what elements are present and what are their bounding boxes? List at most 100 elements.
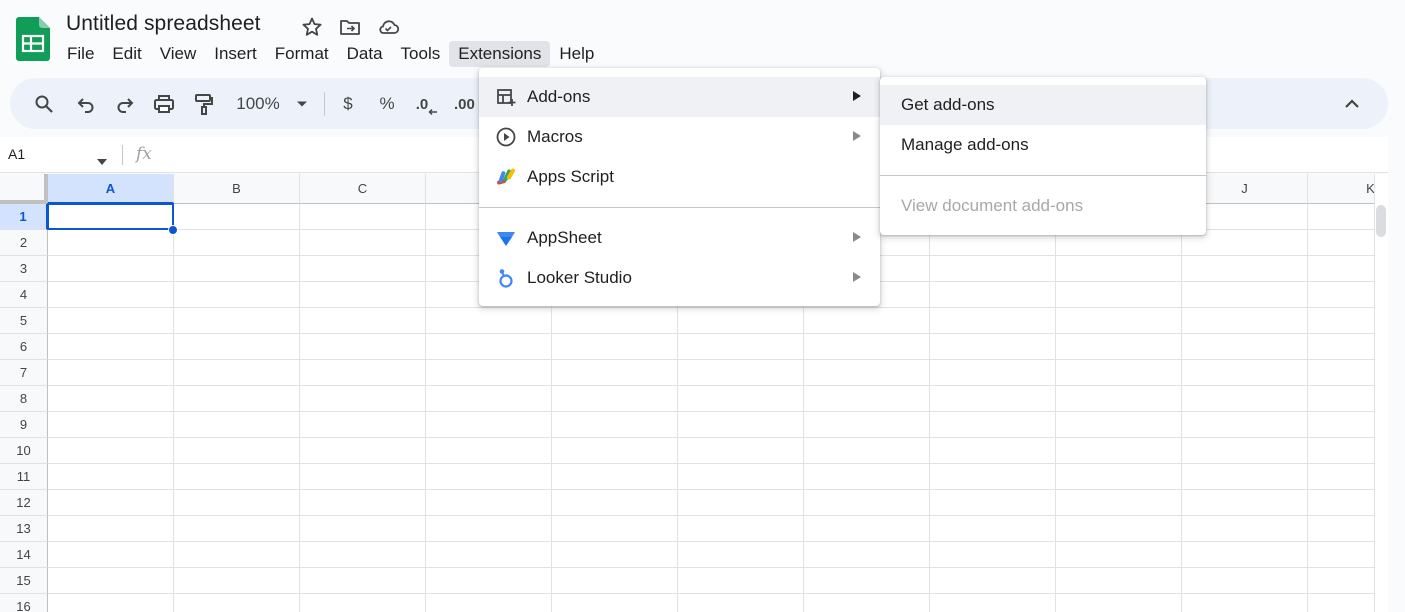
scrollbar-thumb[interactable] xyxy=(1376,205,1386,237)
menu-item-manage-add-ons[interactable]: Manage add-ons xyxy=(880,125,1206,165)
submenu-arrow-icon xyxy=(853,131,861,141)
fill-handle[interactable] xyxy=(168,225,178,235)
grid-line xyxy=(48,567,1374,568)
row-header[interactable]: 13 xyxy=(0,516,48,542)
column-header-a[interactable]: A xyxy=(48,174,174,204)
menu-separator xyxy=(880,175,1206,176)
grid-line xyxy=(48,411,1374,412)
selected-cell-a1[interactable] xyxy=(47,203,174,230)
menu-separator xyxy=(479,207,880,208)
menu-item-label: View document add-ons xyxy=(901,196,1084,215)
cloud-saved-icon[interactable] xyxy=(376,15,400,39)
undo-icon[interactable] xyxy=(74,91,98,117)
menu-format[interactable]: Format xyxy=(266,41,338,67)
row-header[interactable]: 12 xyxy=(0,490,48,516)
row-header[interactable]: 4 xyxy=(0,282,48,308)
macros-play-icon xyxy=(495,126,517,148)
increase-decimal-button[interactable]: .00 xyxy=(454,91,480,117)
menu-item-label: Add-ons xyxy=(527,87,591,106)
grid-line xyxy=(48,333,1374,334)
menu-insert[interactable]: Insert xyxy=(205,41,266,67)
grid-line xyxy=(1307,204,1308,612)
menu-item-appsheet[interactable]: AppSheet xyxy=(479,218,880,258)
document-title[interactable]: Untitled spreadsheet xyxy=(66,12,261,36)
grid-line xyxy=(48,515,1374,516)
decrease-decimal-button[interactable]: .0 xyxy=(414,91,440,117)
grid-line xyxy=(1055,204,1056,612)
side-panel-gutter xyxy=(1388,137,1405,612)
menu-help[interactable]: Help xyxy=(550,41,603,67)
row-header[interactable]: 1 xyxy=(0,204,48,230)
formula-divider xyxy=(122,145,123,165)
grid-line xyxy=(48,307,1374,308)
grid-line xyxy=(48,463,1374,464)
grid-line xyxy=(48,541,1374,542)
sheets-window: Untitled spreadsheet File Edit View Inse… xyxy=(0,0,1405,612)
collapse-toolbar-icon[interactable] xyxy=(1340,91,1364,117)
move-folder-icon[interactable] xyxy=(338,15,362,39)
print-icon[interactable] xyxy=(152,91,176,117)
grid-line xyxy=(173,204,174,612)
grid-line xyxy=(425,204,426,612)
submenu-arrow-icon xyxy=(853,272,861,282)
grid-line xyxy=(48,359,1374,360)
menu-item-label: Get add-ons xyxy=(901,95,995,114)
select-all-corner[interactable] xyxy=(0,174,48,204)
redo-icon[interactable] xyxy=(113,91,137,117)
row-header[interactable]: 2 xyxy=(0,230,48,256)
grid-line xyxy=(299,204,300,612)
star-icon[interactable] xyxy=(300,15,324,39)
menu-edit[interactable]: Edit xyxy=(103,41,150,67)
zoom-select[interactable]: 100% xyxy=(232,91,284,117)
menu-item-looker-studio[interactable]: Looker Studio xyxy=(479,258,880,298)
menu-item-label: Looker Studio xyxy=(527,268,632,287)
row-header[interactable]: 15 xyxy=(0,568,48,594)
row-header[interactable]: 9 xyxy=(0,412,48,438)
menu-item-macros[interactable]: Macros xyxy=(479,117,880,157)
name-box[interactable]: A1 xyxy=(8,146,25,162)
row-header[interactable]: 5 xyxy=(0,308,48,334)
paint-format-icon[interactable] xyxy=(192,91,216,117)
looker-studio-icon xyxy=(495,267,517,289)
row-header[interactable]: 14 xyxy=(0,542,48,568)
add-ons-icon xyxy=(495,86,517,108)
submenu-arrow-icon xyxy=(853,91,861,101)
grid-line xyxy=(48,437,1374,438)
menu-item-label: Macros xyxy=(527,127,583,146)
decrease-decimal-label: .0 xyxy=(415,95,429,113)
menu-extensions[interactable]: Extensions xyxy=(449,41,551,67)
row-header[interactable]: 10 xyxy=(0,438,48,464)
sheets-logo-icon[interactable] xyxy=(16,17,50,61)
grid-line xyxy=(1181,204,1182,612)
menu-item-label: AppSheet xyxy=(527,228,602,247)
menu-view[interactable]: View xyxy=(151,41,206,67)
menu-item-add-ons[interactable]: Add-ons xyxy=(479,77,880,117)
row-header[interactable]: 16 xyxy=(0,594,48,612)
apps-script-icon xyxy=(495,166,517,188)
submenu-arrow-icon xyxy=(853,232,861,242)
column-header-k[interactable]: K xyxy=(1308,174,1374,204)
search-menus-icon[interactable] xyxy=(32,91,56,117)
column-header-b[interactable]: B xyxy=(174,174,300,204)
menu-file[interactable]: File xyxy=(58,41,103,67)
grid-line xyxy=(48,385,1374,386)
menu-item-apps-script[interactable]: Apps Script xyxy=(479,157,880,197)
format-percent-button[interactable]: % xyxy=(376,91,398,117)
column-header-c[interactable]: C xyxy=(300,174,426,204)
menu-data[interactable]: Data xyxy=(338,41,392,67)
row-header[interactable]: 8 xyxy=(0,386,48,412)
row-header[interactable]: 7 xyxy=(0,360,48,386)
menu-item-get-add-ons[interactable]: Get add-ons xyxy=(880,85,1206,125)
grid-line xyxy=(929,204,930,612)
row-header[interactable]: 11 xyxy=(0,464,48,490)
menu-item-label: Manage add-ons xyxy=(901,135,1029,154)
row-header[interactable]: 6 xyxy=(0,334,48,360)
menu-item-view-document-add-ons: View document add-ons xyxy=(880,186,1206,226)
name-box-dropdown-icon[interactable] xyxy=(97,152,107,170)
toolbar-divider xyxy=(324,92,325,116)
menu-tools[interactable]: Tools xyxy=(392,41,450,67)
format-currency-button[interactable]: $ xyxy=(337,91,359,117)
row-header[interactable]: 3 xyxy=(0,256,48,282)
zoom-dropdown-icon[interactable] xyxy=(294,91,310,117)
vertical-scrollbar[interactable] xyxy=(1374,174,1388,612)
